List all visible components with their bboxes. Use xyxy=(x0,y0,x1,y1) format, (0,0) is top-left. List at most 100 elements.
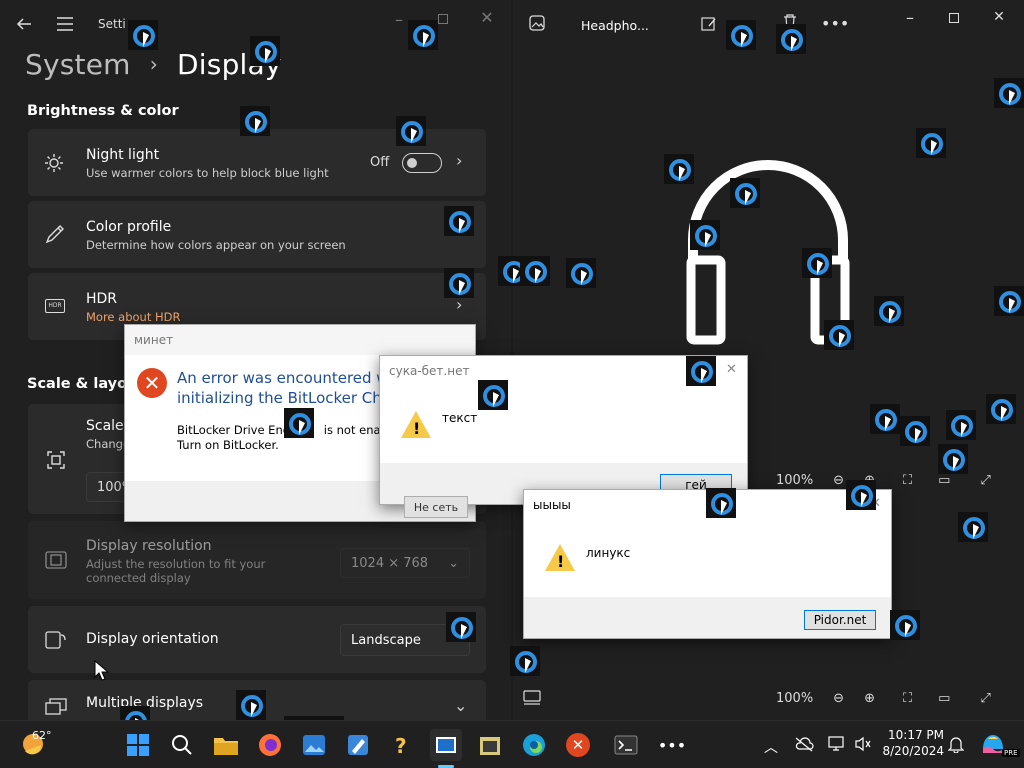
zoom-out-icon[interactable]: ⊖ xyxy=(833,473,844,488)
clock-time: 10:17 PM xyxy=(888,728,944,742)
zoom-in-icon[interactable]: ⊕ xyxy=(864,691,875,706)
error-app-icon[interactable]: ✕ xyxy=(562,729,594,761)
glitch-cursor-artifact xyxy=(874,296,904,326)
glitch-cursor-artifact xyxy=(824,320,854,350)
section-heading-brightness: Brightness & color xyxy=(27,103,179,119)
photos-tab-title[interactable]: Headpho... xyxy=(581,18,649,33)
brightness-icon xyxy=(44,153,64,177)
night-light-state: Off xyxy=(370,155,390,170)
color-profile-card[interactable]: Color profile Determine how colors appea… xyxy=(28,201,486,268)
search-icon[interactable] xyxy=(166,729,198,761)
resolution-subtitle: Adjust the resolution to fit your connec… xyxy=(86,557,266,585)
glitch-cursor-artifact xyxy=(946,410,976,440)
pinned-app-icon[interactable] xyxy=(474,729,506,761)
dialog-body: текст xyxy=(380,386,747,463)
glitch-cursor-artifact xyxy=(284,408,314,438)
minimize-icon[interactable]: – xyxy=(901,8,919,27)
hamburger-menu-icon[interactable] xyxy=(55,14,75,34)
close-icon[interactable]: ✕ xyxy=(478,8,496,27)
cloud-offline-icon[interactable] xyxy=(794,736,814,756)
glitch-cursor-artifact xyxy=(444,268,474,298)
maximize-icon[interactable] xyxy=(945,9,963,27)
svg-text:?: ? xyxy=(395,734,407,757)
chevron-down-icon[interactable]: ⌄ xyxy=(454,696,467,715)
mouse-pointer-icon xyxy=(94,659,110,686)
close-icon[interactable]: ✕ xyxy=(726,362,737,377)
glitch-cursor-artifact xyxy=(846,480,876,510)
color-profile-title: Color profile xyxy=(86,219,172,235)
pidor-net-button[interactable]: Pidor.net xyxy=(804,610,876,630)
breadcrumb-parent[interactable]: System xyxy=(25,48,131,81)
fullscreen-icon[interactable]: ⤢ xyxy=(980,473,990,488)
glitch-cursor-artifact xyxy=(730,178,760,208)
chevron-right-icon[interactable]: › xyxy=(456,151,462,170)
zoom-out-icon[interactable]: ⊖ xyxy=(833,691,844,706)
edit-image-icon[interactable] xyxy=(701,16,717,36)
settings-taskbar-icon[interactable] xyxy=(430,729,462,761)
dialog-body: линукс xyxy=(524,520,891,597)
resolution-icon xyxy=(45,551,67,573)
hdr-link[interactable]: More about HDR xyxy=(86,310,181,324)
glitch-cursor-artifact xyxy=(776,24,806,54)
more-apps-icon[interactable]: ••• xyxy=(656,729,688,761)
glitch-cursor-artifact xyxy=(240,106,270,136)
warning-icon xyxy=(401,411,431,438)
chevron-down-icon: ⌄ xyxy=(448,555,459,571)
glitch-cursor-artifact xyxy=(890,610,920,640)
clock[interactable]: 10:17 PM 8/20/2024 xyxy=(880,728,944,758)
glitch-cursor-artifact xyxy=(566,258,596,288)
photos-taskbar-icon[interactable] xyxy=(298,729,330,761)
firefox-icon[interactable] xyxy=(254,729,286,761)
actual-size-icon[interactable]: ▭ xyxy=(938,691,950,706)
back-arrow-icon[interactable] xyxy=(14,14,34,34)
glitch-cursor-artifact xyxy=(446,612,476,642)
display-network-icon[interactable] xyxy=(828,735,846,757)
glitch-cursor-artifact xyxy=(128,20,158,50)
resolution-title: Display resolution xyxy=(86,538,212,554)
night-light-title: Night light xyxy=(86,147,160,163)
glitch-cursor-artifact xyxy=(994,78,1024,108)
glitch-cursor-artifact xyxy=(958,512,988,542)
edge-icon[interactable] xyxy=(518,729,550,761)
close-icon[interactable]: ✕ xyxy=(990,8,1008,26)
glitch-cursor-artifact xyxy=(236,690,266,720)
fit-screen-icon[interactable]: ⛶ xyxy=(903,691,912,706)
volume-muted-icon[interactable] xyxy=(854,735,872,757)
more-options-icon[interactable]: ••• xyxy=(821,14,849,33)
breadcrumb-separator: › xyxy=(149,52,158,76)
actual-size-icon[interactable]: ▭ xyxy=(938,473,950,488)
error-heading-line1: An error was encountered wh xyxy=(177,369,399,387)
night-light-subtitle: Use warmer colors to help block blue lig… xyxy=(86,166,329,180)
minimize-icon[interactable]: – xyxy=(390,10,408,29)
start-button-icon[interactable] xyxy=(122,729,154,761)
error-icon: ✕ xyxy=(137,368,167,398)
filmstrip-icon[interactable] xyxy=(523,690,541,710)
scale-icon xyxy=(46,450,66,474)
error-body-line2: Turn on BitLocker. xyxy=(177,438,279,452)
ok-button[interactable]: Не сеть xyxy=(404,496,468,518)
notification-bell-icon[interactable] xyxy=(947,735,965,757)
chevron-up-icon[interactable]: ︿ xyxy=(764,737,778,757)
glitch-cursor-artifact xyxy=(444,206,474,236)
resolution-value: 1024 × 768 xyxy=(351,555,429,571)
terminal-icon[interactable] xyxy=(610,729,642,761)
glitch-cursor-artifact xyxy=(478,380,508,410)
glitch-cursor-artifact xyxy=(690,220,720,250)
glitch-cursor-artifact xyxy=(900,416,930,446)
glitch-cursor-artifact xyxy=(938,444,968,474)
zoom-level: 100% xyxy=(776,473,814,488)
night-light-toggle[interactable] xyxy=(402,153,442,173)
hdr-icon: HDR xyxy=(45,299,65,313)
fullscreen-icon[interactable]: ⤢ xyxy=(980,691,990,706)
paint-icon[interactable] xyxy=(342,729,374,761)
glitch-cursor-artifact xyxy=(664,154,694,184)
tips-icon[interactable]: ? xyxy=(386,729,418,761)
preview-badge: PRE xyxy=(1002,749,1020,757)
glitch-cursor-artifact xyxy=(396,116,426,146)
error-heading-line2: initializing the BitLocker Char xyxy=(177,389,398,407)
orientation-title: Display orientation xyxy=(86,631,219,647)
resolution-dropdown[interactable]: 1024 × 768 ⌄ xyxy=(340,548,470,578)
fit-screen-icon[interactable]: ⛶ xyxy=(903,473,912,488)
zoom-bar-bottom: 100% ⊖ ⊕ ⛶ ▭ ⤢ xyxy=(776,691,991,706)
file-explorer-icon[interactable] xyxy=(210,729,242,761)
